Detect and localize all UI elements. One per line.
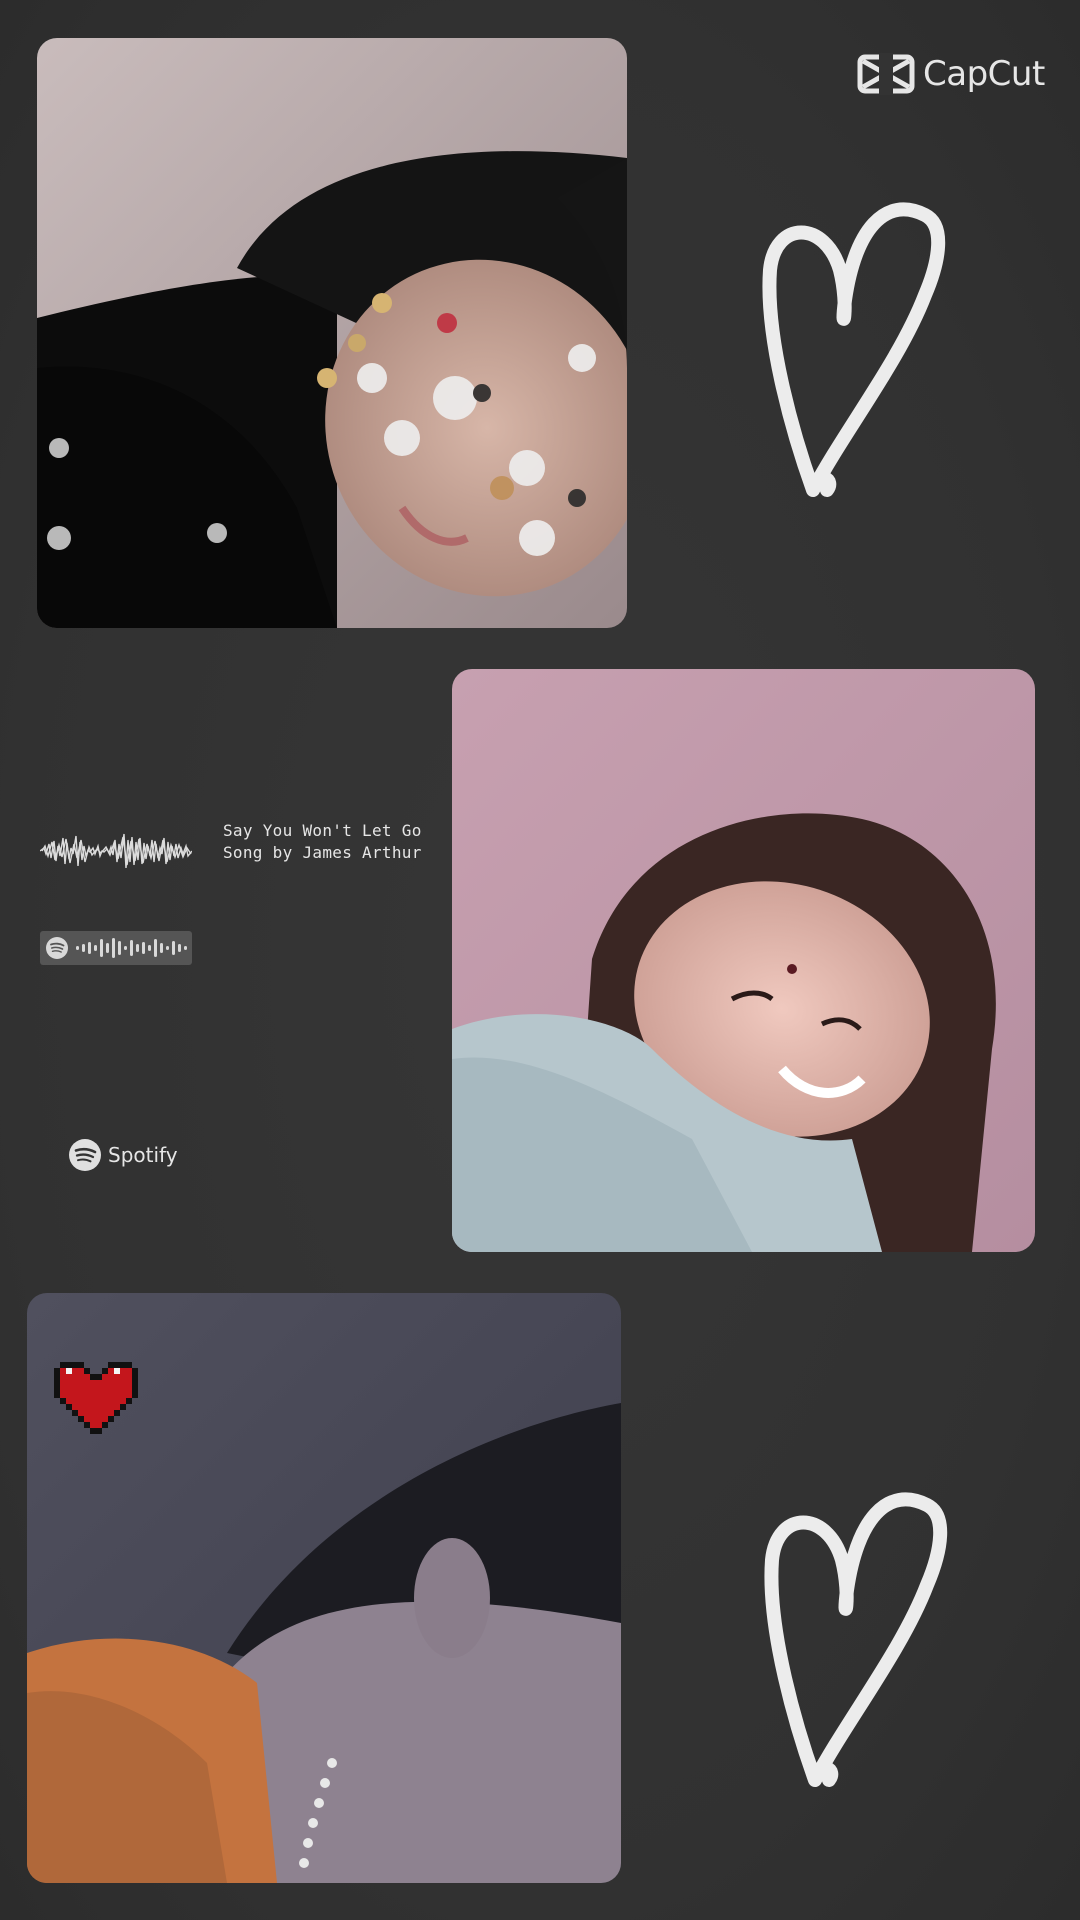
waveform-icon <box>40 833 192 869</box>
capcut-watermark: CapCut <box>857 52 1052 96</box>
song-artist: Song by James Arthur <box>223 843 422 862</box>
heart-doodle-bottom-icon <box>764 1492 948 1787</box>
song-title: Say You Won't Let Go <box>223 821 422 840</box>
capcut-logo-icon <box>857 53 915 95</box>
spotify-label: Spotify <box>108 1143 178 1167</box>
photo-smiling <box>452 669 1035 1252</box>
heart-doodle-top-icon <box>762 202 946 497</box>
song-card: Say You Won't Let Go Song by James Arthu… <box>40 818 422 878</box>
pixel-heart-icon <box>54 1362 138 1434</box>
spotify-code <box>40 931 192 965</box>
capcut-label: CapCut <box>923 54 1045 94</box>
spotify-code-logo-icon <box>46 937 68 959</box>
spotify-badge: Spotify <box>68 1138 178 1172</box>
photo-selfie-stickers <box>37 38 627 628</box>
spotify-logo-icon <box>69 1139 101 1171</box>
